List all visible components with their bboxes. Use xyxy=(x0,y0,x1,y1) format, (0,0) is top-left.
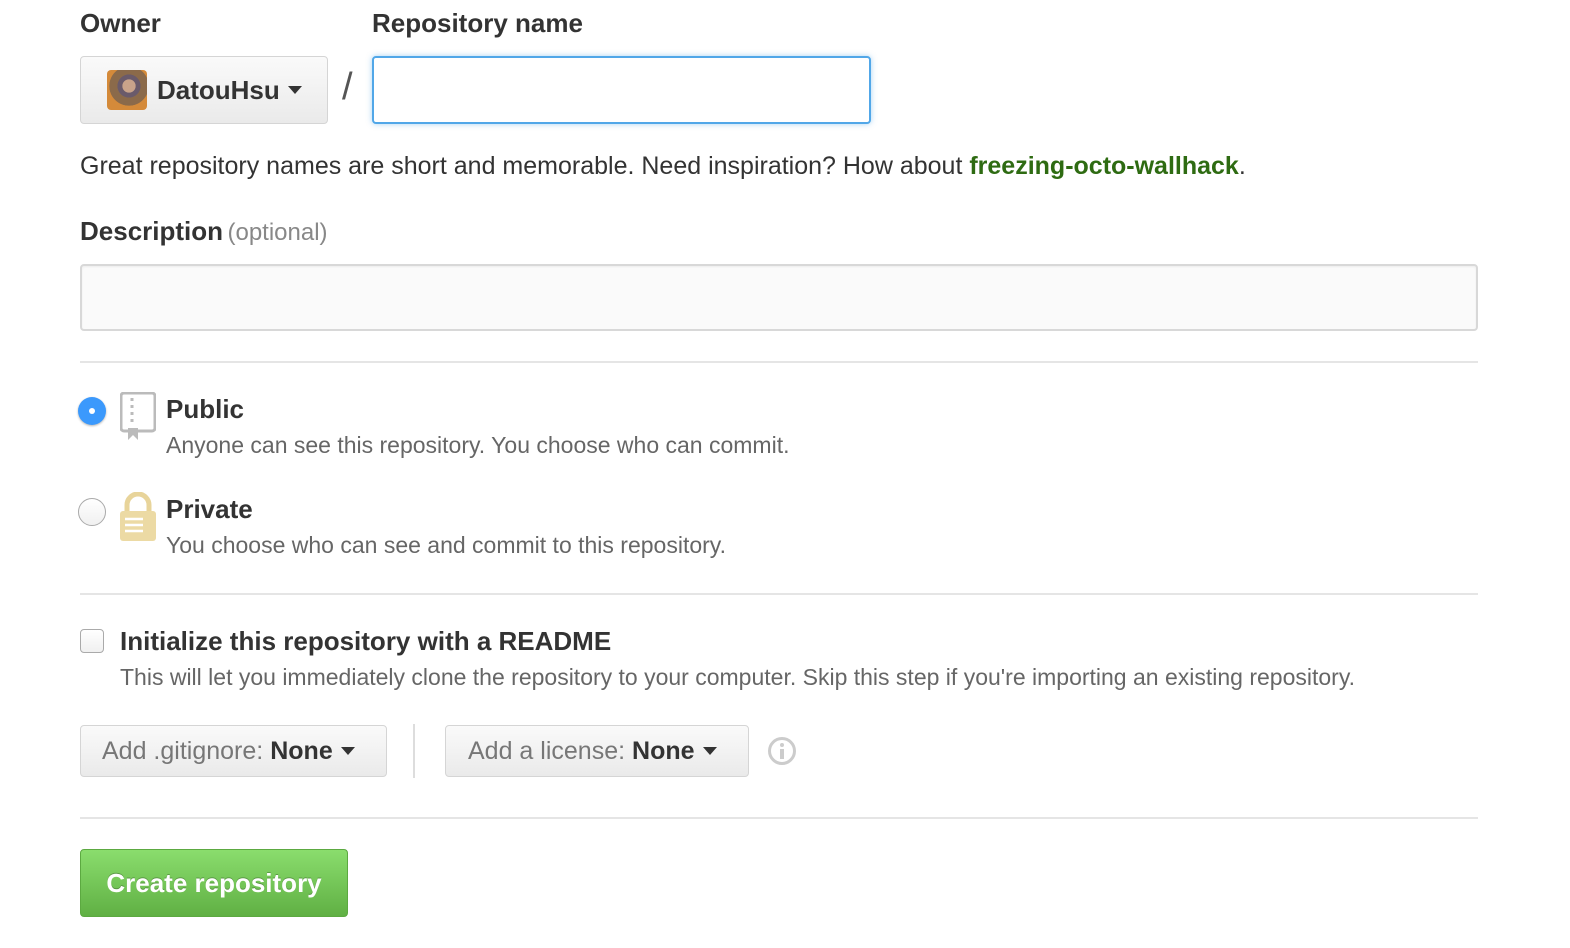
name-suggestion-link[interactable]: freezing-octo-wallhack xyxy=(969,152,1239,180)
description-label: Description xyxy=(80,216,224,246)
init-readme-title: Initialize this repository with a README xyxy=(120,626,612,656)
repo-name-hint: Great repository names are short and mem… xyxy=(80,152,1246,181)
divider xyxy=(80,817,1478,819)
owner-label: Owner xyxy=(80,8,161,38)
gitignore-label: Add .gitignore: xyxy=(102,736,264,765)
chevron-down-icon xyxy=(340,747,355,755)
select-separator xyxy=(413,724,415,778)
owner-separator: / xyxy=(342,66,353,108)
divider xyxy=(80,361,1478,363)
description-optional: (optional) xyxy=(227,219,328,246)
init-readme-description: This will let you immediately clone the … xyxy=(120,664,1356,690)
repo-name-label: Repository name xyxy=(372,8,583,38)
info-icon[interactable] xyxy=(767,736,797,766)
visibility-private-radio[interactable] xyxy=(78,498,106,526)
repo-book-icon xyxy=(119,391,157,440)
gitignore-value: None xyxy=(270,736,333,765)
visibility-private-title: Private xyxy=(166,494,253,524)
create-repository-button[interactable]: Create repository xyxy=(80,849,348,917)
divider xyxy=(80,593,1478,595)
owner-select[interactable]: DatouHsu xyxy=(80,56,328,124)
gitignore-select[interactable]: Add .gitignore: None xyxy=(80,725,387,777)
repo-name-input[interactable] xyxy=(372,56,871,124)
license-label: Add a license: xyxy=(468,736,626,765)
hint-text: Great repository names are short and mem… xyxy=(80,152,970,180)
init-readme-checkbox[interactable] xyxy=(80,629,104,653)
visibility-public-radio[interactable] xyxy=(78,397,106,425)
visibility-private-description: You choose who can see and commit to thi… xyxy=(166,532,726,558)
license-select[interactable]: Add a license: None xyxy=(445,725,749,777)
description-input[interactable] xyxy=(80,264,1478,331)
lock-icon xyxy=(119,491,157,542)
visibility-public-title: Public xyxy=(166,394,245,424)
hint-suffix: . xyxy=(1238,152,1246,180)
description-label-row: Description (optional) xyxy=(80,216,328,247)
visibility-public-description: Anyone can see this repository. You choo… xyxy=(166,432,790,458)
chevron-down-icon xyxy=(702,747,717,755)
avatar xyxy=(107,70,147,110)
license-value: None xyxy=(632,736,695,765)
chevron-down-icon xyxy=(287,86,302,94)
owner-name: DatouHsu xyxy=(157,74,280,105)
